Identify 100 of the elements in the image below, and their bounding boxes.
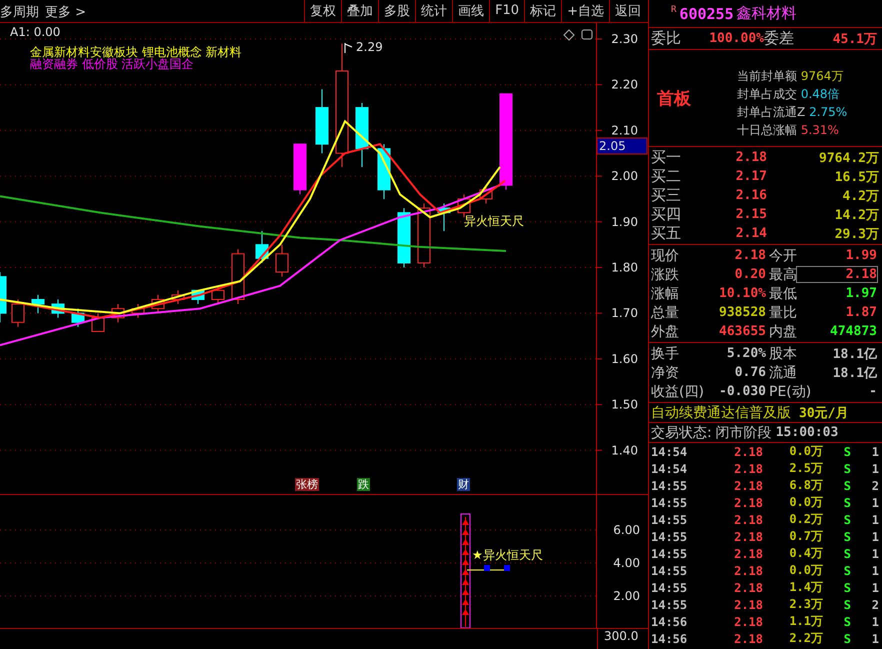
quote-value: 1.97 — [844, 286, 877, 301]
quote-value: 1.87 — [844, 305, 877, 320]
price-tick: 2.30 — [611, 32, 638, 46]
price-tick: 1.70 — [611, 306, 638, 320]
price-tick: 2.20 — [611, 77, 638, 92]
quote-label: 总量 — [651, 304, 679, 322]
quote-label: 涨跌 — [651, 266, 679, 284]
trade-count: 1 — [870, 462, 879, 476]
candle — [398, 207, 410, 268]
quote-value: 0.76 — [734, 365, 766, 380]
price-tick: 1.50 — [611, 397, 638, 412]
candle — [480, 184, 492, 204]
trade-count: 1 — [870, 564, 879, 578]
trade-volume: 0.2万 — [788, 511, 823, 528]
period-menu[interactable]: 多周期 — [0, 0, 45, 22]
trade-count: 1 — [870, 444, 879, 458]
bid-volume: 14.2万 — [834, 206, 879, 224]
event-marker: 跌 — [357, 478, 370, 491]
quote-value: 938528 — [718, 305, 766, 320]
quote-label: 量比 — [769, 304, 797, 322]
event-marker: 张榜 — [295, 478, 319, 491]
candle — [458, 194, 470, 218]
trade-volume: 2.2万 — [788, 630, 823, 647]
quote-label: 股本 — [769, 344, 797, 362]
trade-volume: 1.1万 — [788, 613, 823, 630]
candle — [132, 303, 144, 318]
diamond-icon — [563, 29, 575, 40]
trade-side: S — [842, 632, 851, 646]
trade-time: 14:55 — [651, 546, 688, 560]
quote-value: 463655 — [718, 324, 766, 339]
trade-volume: 0.0万 — [788, 562, 823, 579]
bid-label: 买三 — [651, 186, 682, 205]
trade-side: S — [842, 478, 851, 492]
quote-value: 474873 — [829, 324, 877, 339]
trade-side: S — [842, 564, 851, 578]
panel-toggle-icon — [582, 29, 592, 40]
seal-stat: 当前封单额 9764万 — [737, 68, 844, 84]
trade-side: S — [842, 512, 851, 526]
trade-volume: 2.5万 — [788, 460, 823, 477]
quote-label: 外盘 — [651, 322, 679, 340]
signal-tick: 2.00 — [613, 588, 640, 603]
volume-tick: 300.0 — [597, 629, 648, 649]
price-tick: 1.40 — [611, 443, 638, 458]
trade-price: 2.18 — [733, 614, 763, 628]
candle — [52, 298, 64, 318]
level-line-drawing — [466, 564, 510, 571]
margin-mark-label: R — [671, 5, 676, 15]
trade-price: 2.18 — [733, 478, 763, 492]
trade-side: S — [842, 546, 851, 560]
trade-time: 14:54 — [651, 444, 688, 458]
board-status: 首板 — [656, 88, 692, 110]
quote-label: 最低 — [769, 284, 797, 302]
status-time: 15:00:03 — [776, 425, 838, 440]
quote-value: 18.1亿 — [832, 346, 877, 362]
candle — [418, 202, 430, 268]
candle — [232, 248, 244, 304]
trade-side: S — [842, 614, 851, 628]
bid-volume: 4.2万 — [842, 188, 879, 204]
candle — [212, 285, 224, 304]
trade-volume: 1.4万 — [788, 579, 823, 596]
candle — [112, 303, 124, 323]
trade-count: 1 — [870, 614, 879, 628]
bid-price: 2.16 — [734, 188, 767, 203]
trade-count: 1 — [870, 496, 879, 510]
promo-price: 30元/月 — [799, 404, 848, 422]
stock-tags: 融资融券 低价股 活跃小盘国企 — [30, 58, 194, 71]
quote-label: PE(动) — [769, 382, 812, 400]
trade-side: S — [842, 462, 851, 476]
trade-time: 14:56 — [651, 614, 688, 628]
status-value: 闭市阶段 — [716, 424, 772, 442]
bid-label: 买二 — [651, 167, 682, 186]
quote-value: 1.99 — [844, 248, 877, 263]
promo-text[interactable]: 自动续费通达信普及版 — [651, 404, 791, 422]
candle — [192, 290, 204, 304]
trade-volume: 0.4万 — [788, 545, 823, 562]
trade-price: 2.18 — [733, 598, 763, 612]
bid-price: 2.18 — [734, 150, 767, 165]
candle — [32, 294, 44, 314]
candle — [12, 298, 24, 328]
bid-volume: 9764.2万 — [818, 150, 879, 166]
trade-price: 2.18 — [733, 580, 763, 594]
current-price-marker: 2.05 — [596, 137, 648, 154]
candle — [0, 271, 6, 323]
more-menu[interactable]: 更多 > — [45, 0, 92, 22]
ratio-value: 100.00% — [708, 31, 764, 46]
seal-stat: 封单占流通Z 2.75% — [737, 104, 848, 120]
bid-price: 2.15 — [734, 207, 767, 222]
quote-value: -0.030 — [718, 384, 766, 399]
ratio-label: 委比 — [651, 29, 682, 48]
event-marker: 财 — [457, 478, 470, 491]
quote-label: 收益(四) — [651, 382, 704, 400]
bid-price: 2.14 — [734, 226, 767, 241]
trade-volume: 0.0万 — [788, 443, 823, 460]
price-tick: 1.60 — [611, 352, 638, 366]
candle — [172, 290, 184, 304]
quote-value: 10.10% — [718, 286, 766, 301]
trade-time: 14:55 — [651, 512, 688, 526]
signal-tick: 4.00 — [613, 556, 640, 570]
quote-label: 最高 — [769, 266, 797, 284]
trade-price: 2.18 — [733, 546, 763, 560]
